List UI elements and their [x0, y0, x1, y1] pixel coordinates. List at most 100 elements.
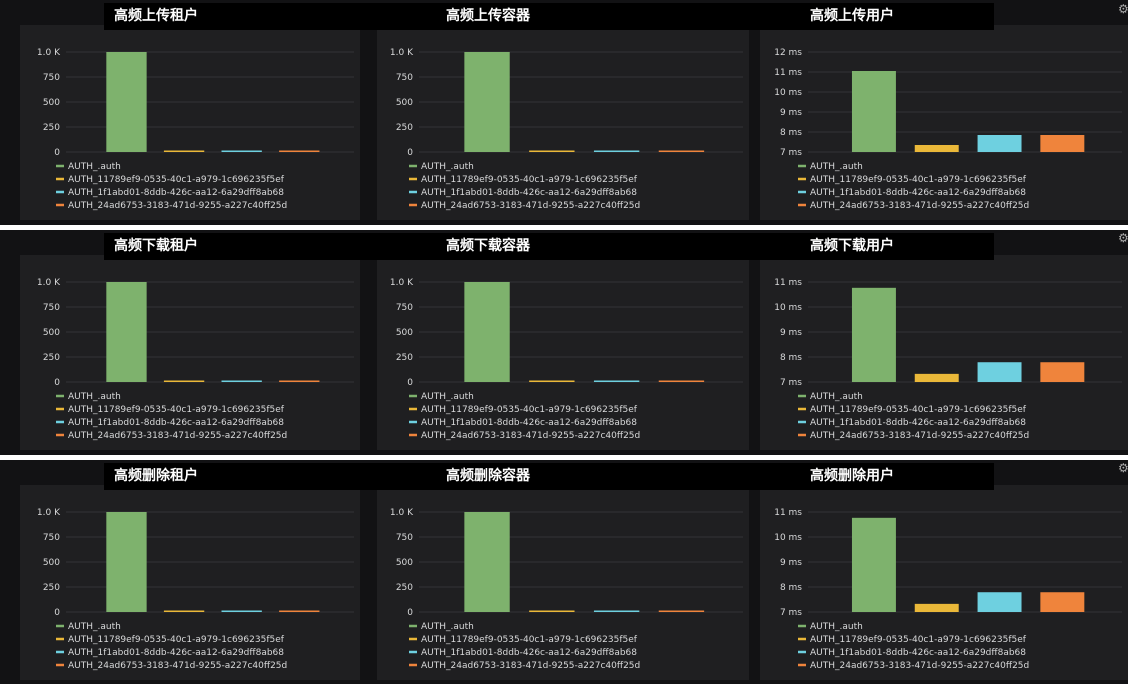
bar: [464, 282, 510, 382]
bar: [977, 592, 1022, 612]
legend-label[interactable]: AUTH_1f1abd01-8ddb-426c-aa12-6a29dff8ab6…: [68, 648, 284, 658]
panel-menu-icon[interactable]: ⚙: [1118, 461, 1128, 475]
panel-menu-icon[interactable]: ⚙: [1118, 231, 1128, 245]
legend-label[interactable]: AUTH_1f1abd01-8ddb-426c-aa12-6a29dff8ab6…: [421, 188, 637, 198]
y-tick-label: 500: [43, 558, 60, 568]
bar: [593, 380, 640, 382]
legend-label[interactable]: AUTH_.auth: [421, 392, 474, 402]
legend-label[interactable]: AUTH_11789ef9-0535-40c1-a979-1c696235f5e…: [421, 405, 638, 415]
legend-label[interactable]: AUTH_.auth: [810, 392, 863, 402]
legend-label[interactable]: AUTH_.auth: [68, 622, 121, 632]
legend-label[interactable]: AUTH_.auth: [810, 622, 863, 632]
chart-svg-delete-tenant: 0 250 500 750 1.0 K AUTH_.auth AUTH_11789ef9-0…: [37, 508, 354, 671]
bar: [221, 610, 262, 612]
legend-label[interactable]: AUTH_.auth: [421, 622, 474, 632]
y-tick-label: 250: [43, 123, 60, 133]
legend-label[interactable]: AUTH_24ad6753-3183-471d-9255-a227c40ff25…: [421, 661, 640, 671]
title-bar-upload: 高频上传租户 高频上传容器 高频上传用户: [104, 3, 994, 30]
legend-label[interactable]: AUTH_11789ef9-0535-40c1-a979-1c696235f5e…: [68, 405, 285, 415]
legend-label[interactable]: AUTH_11789ef9-0535-40c1-a979-1c696235f5e…: [810, 635, 1027, 645]
chart-title-download-tenant: 高频下载租户: [114, 238, 198, 254]
y-tick-label: 7 ms: [780, 148, 802, 158]
y-tick-label: 250: [396, 353, 413, 363]
bar: [279, 150, 320, 152]
bar: [1040, 362, 1085, 382]
legend-label[interactable]: AUTH_1f1abd01-8ddb-426c-aa12-6a29dff8ab6…: [810, 648, 1026, 658]
y-tick-label: 12 ms: [774, 48, 802, 58]
legend-label[interactable]: AUTH_24ad6753-3183-471d-9255-a227c40ff25…: [68, 201, 287, 211]
y-tick-label: 0: [54, 378, 60, 388]
panel-menu-icon[interactable]: ⚙: [1118, 2, 1128, 16]
legend-label[interactable]: AUTH_24ad6753-3183-471d-9255-a227c40ff25…: [421, 431, 640, 441]
legend-label[interactable]: AUTH_1f1abd01-8ddb-426c-aa12-6a29dff8ab6…: [810, 418, 1026, 428]
bar: [851, 71, 896, 152]
bar: [851, 517, 896, 612]
legend-label[interactable]: AUTH_11789ef9-0535-40c1-a979-1c696235f5e…: [810, 175, 1027, 185]
legend-label[interactable]: AUTH_1f1abd01-8ddb-426c-aa12-6a29dff8ab6…: [68, 418, 284, 428]
legend-label[interactable]: AUTH_1f1abd01-8ddb-426c-aa12-6a29dff8ab6…: [421, 418, 637, 428]
chart-svg-upload-container: 0 250 500 750 1.0 K AUTH_.auth AUTH_11789ef9-0…: [390, 48, 743, 211]
y-tick-label: 11 ms: [774, 508, 802, 518]
y-tick-label: 0: [407, 608, 413, 618]
bar: [1040, 135, 1085, 152]
y-tick-label: 750: [396, 533, 413, 543]
title-bar-delete: 高频删除租户 高频删除容器 高频删除用户: [104, 463, 994, 490]
chart-panel-delete-container: 0 250 500 750 1.0 K AUTH_.auth AUTH_11789ef9-0…: [377, 485, 749, 680]
legend-label[interactable]: AUTH_11789ef9-0535-40c1-a979-1c696235f5e…: [68, 175, 285, 185]
legend-label[interactable]: AUTH_11789ef9-0535-40c1-a979-1c696235f5e…: [68, 635, 285, 645]
bar: [529, 380, 575, 382]
chart-title-upload-user: 高频上传用户: [810, 8, 894, 24]
legend-label[interactable]: AUTH_.auth: [421, 162, 474, 172]
legend-label[interactable]: AUTH_1f1abd01-8ddb-426c-aa12-6a29dff8ab6…: [810, 188, 1026, 198]
bar: [914, 603, 959, 612]
y-tick-label: 0: [407, 148, 413, 158]
y-tick-label: 750: [43, 73, 60, 83]
bar: [163, 610, 205, 612]
bar: [279, 380, 320, 382]
bar: [464, 512, 510, 612]
chart-title-delete-tenant: 高频删除租户: [114, 468, 198, 484]
legend-label[interactable]: AUTH_1f1abd01-8ddb-426c-aa12-6a29dff8ab6…: [68, 188, 284, 198]
y-tick-label: 500: [43, 328, 60, 338]
y-tick-label: 500: [396, 328, 413, 338]
y-tick-label: 11 ms: [774, 68, 802, 78]
chart-panel-delete-tenant: 0 250 500 750 1.0 K AUTH_.auth AUTH_11789ef9-0…: [20, 485, 360, 680]
legend-label[interactable]: AUTH_1f1abd01-8ddb-426c-aa12-6a29dff8ab6…: [421, 648, 637, 658]
chart-title-upload-container: 高频上传容器: [446, 8, 530, 24]
chart-title-delete-user: 高频删除用户: [810, 468, 894, 484]
bar: [221, 150, 262, 152]
y-tick-label: 11 ms: [774, 278, 802, 288]
y-tick-label: 250: [396, 123, 413, 133]
y-tick-label: 8 ms: [780, 583, 802, 593]
y-tick-label: 1.0 K: [37, 48, 61, 58]
y-tick-label: 1.0 K: [37, 278, 61, 288]
legend-label[interactable]: AUTH_.auth: [68, 162, 121, 172]
legend-label[interactable]: AUTH_24ad6753-3183-471d-9255-a227c40ff25…: [68, 661, 287, 671]
bar: [221, 380, 262, 382]
y-tick-label: 0: [407, 378, 413, 388]
y-tick-label: 500: [396, 98, 413, 108]
legend-label[interactable]: AUTH_24ad6753-3183-471d-9255-a227c40ff25…: [810, 431, 1029, 441]
legend-label[interactable]: AUTH_11789ef9-0535-40c1-a979-1c696235f5e…: [421, 635, 638, 645]
y-tick-label: 250: [396, 583, 413, 593]
y-tick-label: 8 ms: [780, 128, 802, 138]
y-tick-label: 750: [43, 533, 60, 543]
chart-panel-download-container: 0 250 500 750 1.0 K AUTH_.auth AUTH_11789ef9-0…: [377, 255, 749, 450]
y-tick-label: 1.0 K: [390, 508, 414, 518]
legend-label[interactable]: AUTH_24ad6753-3183-471d-9255-a227c40ff25…: [810, 661, 1029, 671]
legend-label[interactable]: AUTH_11789ef9-0535-40c1-a979-1c696235f5e…: [421, 175, 638, 185]
y-tick-label: 750: [43, 303, 60, 313]
y-tick-label: 9 ms: [780, 108, 802, 118]
legend-label[interactable]: AUTH_24ad6753-3183-471d-9255-a227c40ff25…: [421, 201, 640, 211]
y-tick-label: 250: [43, 583, 60, 593]
chart-svg-download-tenant: 0 250 500 750 1.0 K AUTH_.auth AUTH_11789ef9-0…: [37, 278, 354, 441]
bar: [851, 287, 896, 382]
legend-label[interactable]: AUTH_.auth: [68, 392, 121, 402]
chart-title-delete-container: 高频删除容器: [446, 468, 530, 484]
legend-label[interactable]: AUTH_11789ef9-0535-40c1-a979-1c696235f5e…: [810, 405, 1027, 415]
legend-label[interactable]: AUTH_24ad6753-3183-471d-9255-a227c40ff25…: [810, 201, 1029, 211]
bar: [977, 135, 1022, 152]
legend-label[interactable]: AUTH_24ad6753-3183-471d-9255-a227c40ff25…: [68, 431, 287, 441]
legend-label[interactable]: AUTH_.auth: [810, 162, 863, 172]
bar: [914, 145, 959, 152]
